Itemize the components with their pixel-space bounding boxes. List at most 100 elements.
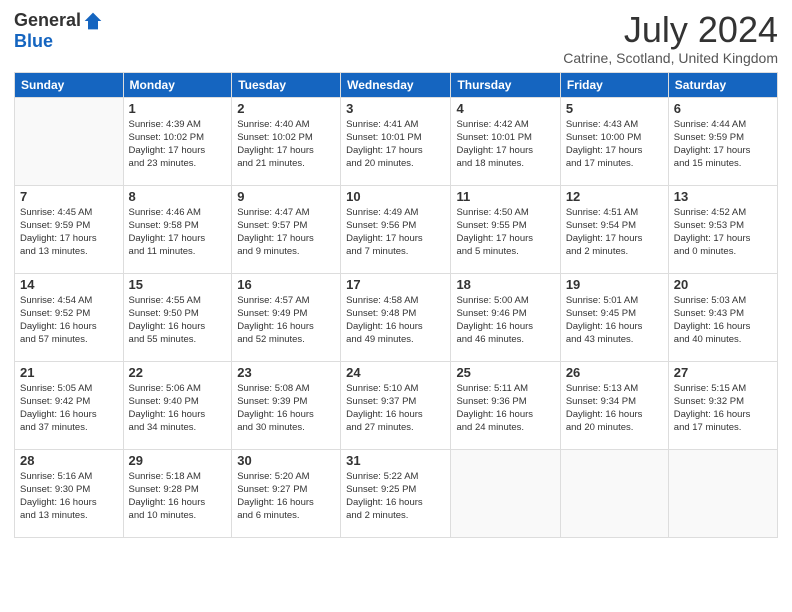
day-cell: 11Sunrise: 4:50 AMSunset: 9:55 PMDayligh…	[451, 185, 560, 273]
day-info: Sunrise: 4:45 AMSunset: 9:59 PMDaylight:…	[20, 206, 118, 259]
week-row-4: 21Sunrise: 5:05 AMSunset: 9:42 PMDayligh…	[15, 361, 778, 449]
day-number: 29	[129, 453, 227, 468]
header-cell-tuesday: Tuesday	[232, 72, 341, 97]
day-number: 2	[237, 101, 335, 116]
day-cell: 2Sunrise: 4:40 AMSunset: 10:02 PMDayligh…	[232, 97, 341, 185]
day-cell	[668, 449, 777, 537]
day-cell: 17 Sunrise: 4:58 AMSunset: 9:48 PMDayligh…	[341, 273, 451, 361]
day-info: Sunrise: 4:44 AMSunset: 9:59 PMDaylight:…	[674, 118, 772, 171]
day-cell: 25Sunrise: 5:11 AMSunset: 9:36 PMDayligh…	[451, 361, 560, 449]
day-number: 22	[129, 365, 227, 380]
day-cell: 14Sunrise: 4:54 AMSunset: 9:52 PMDayligh…	[15, 273, 124, 361]
day-cell: 3Sunrise: 4:41 AMSunset: 10:01 PMDayligh…	[341, 97, 451, 185]
day-info: Sunrise: 4:57 AMSunset: 9:49 PMDaylight:…	[237, 294, 335, 347]
day-cell: 12 Sunrise: 4:51 AMSunset: 9:54 PMDayligh…	[560, 185, 668, 273]
day-cell	[451, 449, 560, 537]
day-cell: 6 Sunrise: 4:44 AMSunset: 9:59 PMDaylight…	[668, 97, 777, 185]
day-number: 24	[346, 365, 445, 380]
week-row-2: 7Sunrise: 4:45 AMSunset: 9:59 PMDaylight…	[15, 185, 778, 273]
day-number: 13	[674, 189, 772, 204]
day-info: Sunrise: 5:11 AMSunset: 9:36 PMDaylight:…	[456, 382, 554, 435]
day-number: 14	[20, 277, 118, 292]
day-cell: 10Sunrise: 4:49 AMSunset: 9:56 PMDayligh…	[341, 185, 451, 273]
day-info: Sunrise: 5:00 AMSunset: 9:46 PMDaylight:…	[456, 294, 554, 347]
day-cell: 31 Sunrise: 5:22 AMSunset: 9:25 PMDayligh…	[341, 449, 451, 537]
day-cell: 22Sunrise: 5:06 AMSunset: 9:40 PMDayligh…	[123, 361, 232, 449]
logo-icon	[83, 11, 103, 31]
day-info: Sunrise: 4:41 AMSunset: 10:01 PMDaylight…	[346, 118, 445, 171]
day-number: 23	[237, 365, 335, 380]
logo-blue: Blue	[14, 31, 53, 51]
header-cell-thursday: Thursday	[451, 72, 560, 97]
day-number: 16	[237, 277, 335, 292]
logo-blue-text: Blue	[14, 31, 53, 52]
day-number: 20	[674, 277, 772, 292]
day-number: 5	[566, 101, 663, 116]
day-info: Sunrise: 5:01 AMSunset: 9:45 PMDaylight:…	[566, 294, 663, 347]
logo: General Blue	[14, 10, 103, 52]
week-row-5: 28Sunrise: 5:16 AMSunset: 9:30 PMDayligh…	[15, 449, 778, 537]
day-info: Sunrise: 4:55 AMSunset: 9:50 PMDaylight:…	[129, 294, 227, 347]
day-info: Sunrise: 5:16 AMSunset: 9:30 PMDaylight:…	[20, 470, 118, 523]
header-cell-monday: Monday	[123, 72, 232, 97]
page: General Blue July 2024 Catrine, Scotland…	[0, 0, 792, 612]
day-cell: 4 Sunrise: 4:42 AMSunset: 10:01 PMDayligh…	[451, 97, 560, 185]
day-number: 27	[674, 365, 772, 380]
day-cell: 19Sunrise: 5:01 AMSunset: 9:45 PMDayligh…	[560, 273, 668, 361]
day-info: Sunrise: 4:47 AMSunset: 9:57 PMDaylight:…	[237, 206, 335, 259]
day-number: 4	[456, 101, 554, 116]
day-number: 9	[237, 189, 335, 204]
header-cell-friday: Friday	[560, 72, 668, 97]
day-cell: 16 Sunrise: 4:57 AMSunset: 9:49 PMDayligh…	[232, 273, 341, 361]
day-info: Sunrise: 4:51 AMSunset: 9:54 PMDaylight:…	[566, 206, 663, 259]
day-number: 30	[237, 453, 335, 468]
day-cell: 1 Sunrise: 4:39 AMSunset: 10:02 PMDayligh…	[123, 97, 232, 185]
day-info: Sunrise: 4:58 AMSunset: 9:48 PMDaylight:…	[346, 294, 445, 347]
day-number: 12	[566, 189, 663, 204]
calendar-header: SundayMondayTuesdayWednesdayThursdayFrid…	[15, 72, 778, 97]
day-info: Sunrise: 4:52 AMSunset: 9:53 PMDaylight:…	[674, 206, 772, 259]
day-number: 26	[566, 365, 663, 380]
day-info: Sunrise: 5:18 AMSunset: 9:28 PMDaylight:…	[129, 470, 227, 523]
day-info: Sunrise: 5:13 AMSunset: 9:34 PMDaylight:…	[566, 382, 663, 435]
day-cell: 21Sunrise: 5:05 AMSunset: 9:42 PMDayligh…	[15, 361, 124, 449]
day-cell: 30 Sunrise: 5:20 AMSunset: 9:27 PMDayligh…	[232, 449, 341, 537]
day-number: 10	[346, 189, 445, 204]
day-number: 6	[674, 101, 772, 116]
day-info: Sunrise: 5:20 AMSunset: 9:27 PMDaylight:…	[237, 470, 335, 523]
day-number: 15	[129, 277, 227, 292]
day-number: 17	[346, 277, 445, 292]
header-cell-saturday: Saturday	[668, 72, 777, 97]
day-number: 18	[456, 277, 554, 292]
day-number: 21	[20, 365, 118, 380]
day-cell: 26 Sunrise: 5:13 AMSunset: 9:34 PMDayligh…	[560, 361, 668, 449]
day-cell: 24 Sunrise: 5:10 AMSunset: 9:37 PMDayligh…	[341, 361, 451, 449]
day-cell: 9 Sunrise: 4:47 AMSunset: 9:57 PMDaylight…	[232, 185, 341, 273]
day-number: 11	[456, 189, 554, 204]
week-row-1: 1 Sunrise: 4:39 AMSunset: 10:02 PMDayligh…	[15, 97, 778, 185]
day-info: Sunrise: 4:43 AMSunset: 10:00 PMDaylight…	[566, 118, 663, 171]
day-info: Sunrise: 5:15 AMSunset: 9:32 PMDaylight:…	[674, 382, 772, 435]
day-info: Sunrise: 4:39 AMSunset: 10:02 PMDaylight…	[129, 118, 227, 171]
day-cell: 28Sunrise: 5:16 AMSunset: 9:30 PMDayligh…	[15, 449, 124, 537]
day-number: 1	[129, 101, 227, 116]
day-info: Sunrise: 5:22 AMSunset: 9:25 PMDaylight:…	[346, 470, 445, 523]
day-cell: 7Sunrise: 4:45 AMSunset: 9:59 PMDaylight…	[15, 185, 124, 273]
day-cell: 8Sunrise: 4:46 AMSunset: 9:58 PMDaylight…	[123, 185, 232, 273]
day-info: Sunrise: 5:03 AMSunset: 9:43 PMDaylight:…	[674, 294, 772, 347]
day-cell: 27 Sunrise: 5:15 AMSunset: 9:32 PMDayligh…	[668, 361, 777, 449]
header-cell-wednesday: Wednesday	[341, 72, 451, 97]
header-cell-sunday: Sunday	[15, 72, 124, 97]
day-info: Sunrise: 4:42 AMSunset: 10:01 PMDaylight…	[456, 118, 554, 171]
day-cell	[560, 449, 668, 537]
calendar-table: SundayMondayTuesdayWednesdayThursdayFrid…	[14, 72, 778, 538]
calendar-body: 1 Sunrise: 4:39 AMSunset: 10:02 PMDayligh…	[15, 97, 778, 537]
day-cell: 29 Sunrise: 5:18 AMSunset: 9:28 PMDayligh…	[123, 449, 232, 537]
day-info: Sunrise: 5:10 AMSunset: 9:37 PMDaylight:…	[346, 382, 445, 435]
day-cell: 18 Sunrise: 5:00 AMSunset: 9:46 PMDayligh…	[451, 273, 560, 361]
day-number: 31	[346, 453, 445, 468]
day-cell: 20 Sunrise: 5:03 AMSunset: 9:43 PMDayligh…	[668, 273, 777, 361]
day-cell	[15, 97, 124, 185]
subtitle: Catrine, Scotland, United Kingdom	[563, 50, 778, 66]
month-title: July 2024	[563, 10, 778, 50]
